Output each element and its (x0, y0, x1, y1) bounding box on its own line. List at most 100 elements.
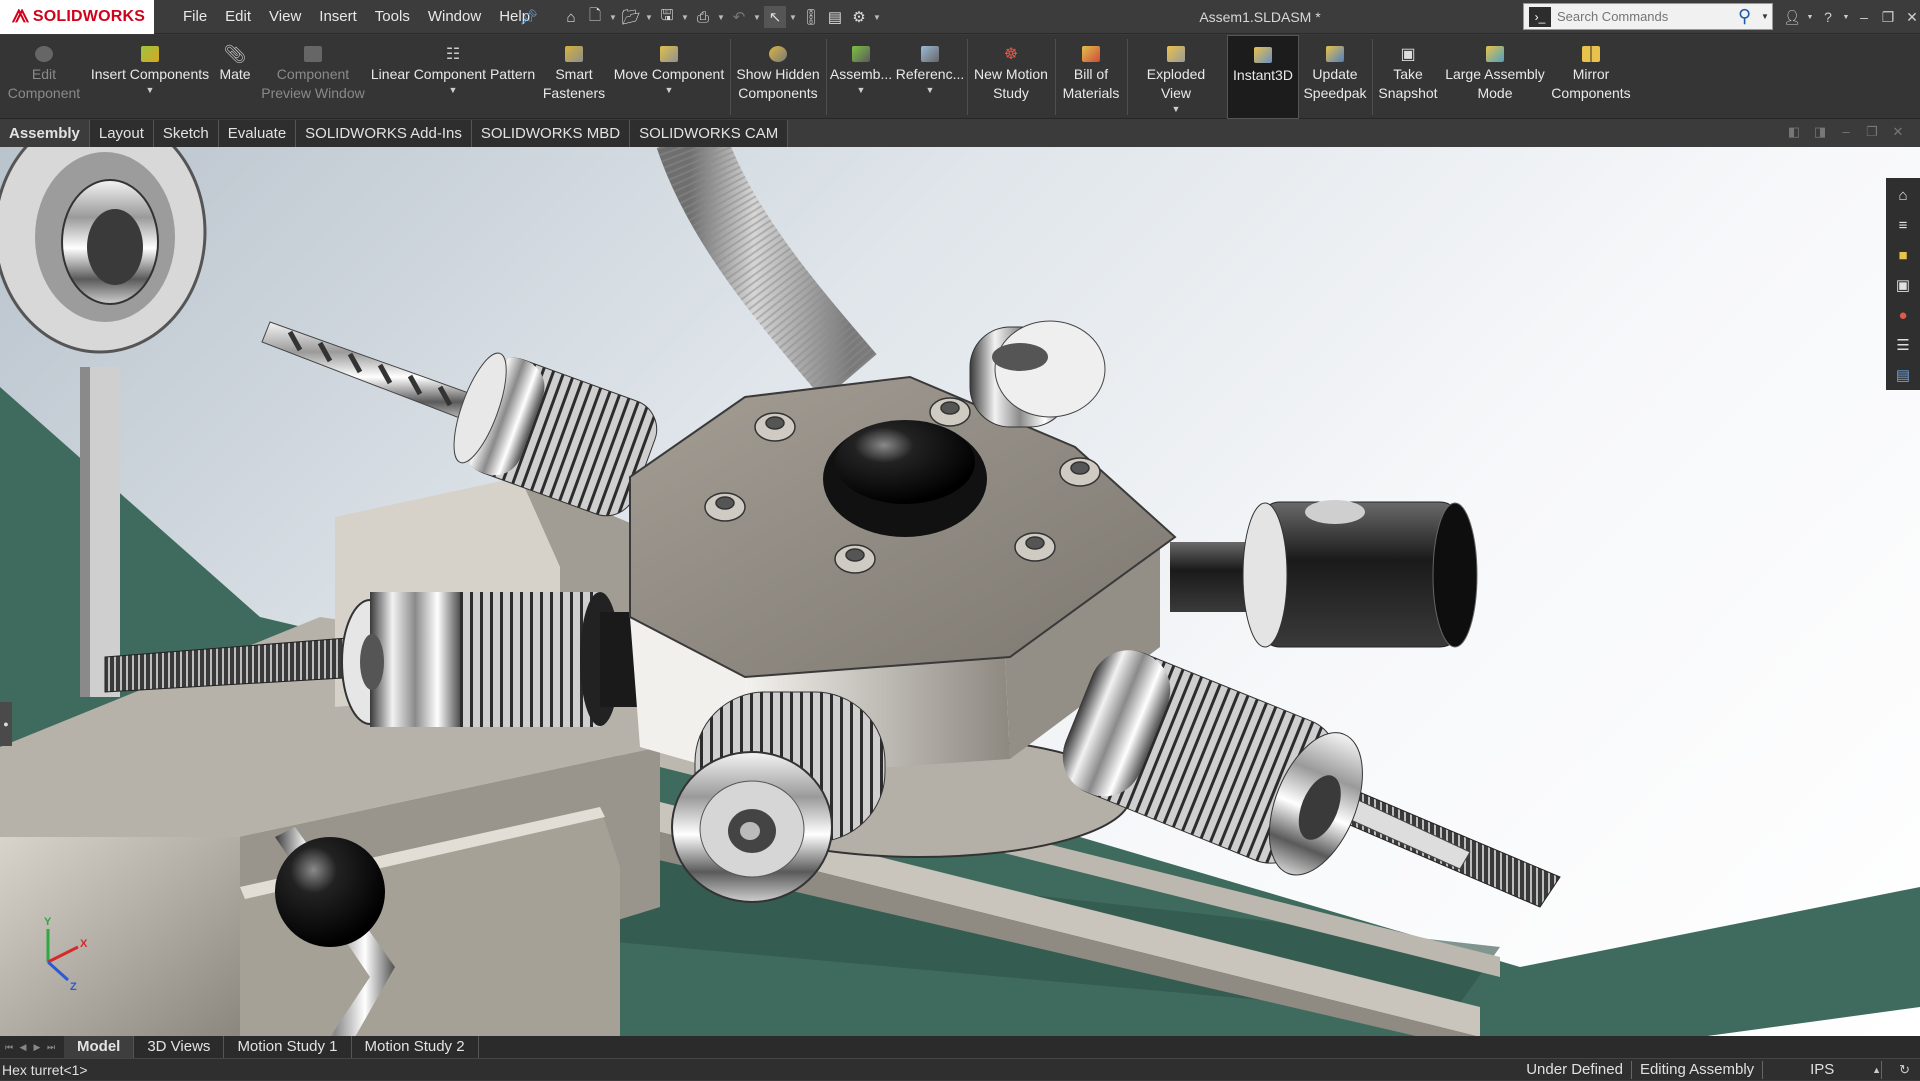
feature-manager-toggle[interactable]: ● (0, 702, 12, 746)
ds-logo-icon: ⨇ (12, 7, 29, 27)
assembly-features-dropdown-icon[interactable]: ▼ (857, 85, 866, 95)
viewport-minimize-icon[interactable]: – (1838, 124, 1854, 140)
first-tab-icon[interactable]: ⏮ (4, 1042, 14, 1053)
bill-of-materials-button[interactable]: Bill of Materials (1058, 35, 1124, 119)
prev-tab-icon[interactable]: ◀ (18, 1042, 28, 1053)
tab-assembly[interactable]: Assembly (0, 120, 90, 147)
design-library-icon[interactable]: ≡ (1890, 212, 1916, 238)
menu-view[interactable]: View (260, 0, 310, 34)
update-speedpak-button[interactable]: Update Speedpak (1302, 35, 1368, 119)
tab-motion-study-1[interactable]: Motion Study 1 (224, 1036, 352, 1058)
assembly-features-button[interactable]: Assemb... ▼ (830, 35, 892, 119)
pin-icon[interactable]: 📌︎ (518, 6, 540, 28)
last-tab-icon[interactable]: ⏭ (46, 1042, 56, 1053)
user-icon[interactable]: 👤︎ (1782, 9, 1802, 26)
new-document-icon[interactable]: 🗋︎ (584, 6, 606, 28)
tab-mbd[interactable]: SOLIDWORKS MBD (472, 120, 631, 147)
mirror-components-button[interactable]: Mirror Components (1550, 35, 1632, 119)
component-preview-button[interactable]: Component Preview Window (258, 35, 368, 119)
move-component-dropdown-icon[interactable]: ▼ (665, 85, 674, 95)
status-mode: Editing Assembly (1630, 1061, 1762, 1079)
tab-3d-views[interactable]: 3D Views (134, 1036, 225, 1058)
mirror-components-icon (1582, 43, 1600, 65)
large-assembly-mode-button[interactable]: Large Assembly Mode (1442, 35, 1548, 119)
show-hidden-components-button[interactable]: Show Hidden Components (734, 35, 822, 119)
instant3d-button[interactable]: Instant3D (1227, 35, 1299, 119)
help-dropdown-icon[interactable]: ▼ (1842, 14, 1850, 21)
home-icon[interactable]: ⌂ (560, 6, 582, 28)
triad-z-label: Z (70, 981, 77, 993)
new-motion-study-button[interactable]: ☸ New Motion Study (970, 35, 1052, 119)
select-icon[interactable]: ↖ (764, 6, 786, 28)
home-icon[interactable]: ⌂ (1890, 182, 1916, 208)
options-icon[interactable]: ⚙ (848, 6, 870, 28)
next-tab-icon[interactable]: ▶ (32, 1042, 42, 1053)
rebuild-icon[interactable]: 🚦︎ (800, 6, 822, 28)
menu-tools[interactable]: Tools (366, 0, 419, 34)
help-icon[interactable]: ? (1818, 9, 1838, 25)
smart-fasteners-button[interactable]: Smart Fasteners (538, 35, 610, 119)
open-icon[interactable]: 📂︎ (620, 6, 642, 28)
undo-dropdown-icon[interactable]: ▼ (752, 13, 762, 22)
new-dropdown-icon[interactable]: ▼ (608, 13, 618, 22)
menu-window[interactable]: Window (419, 0, 490, 34)
save-dropdown-icon[interactable]: ▼ (680, 13, 690, 22)
menu-insert[interactable]: Insert (310, 0, 366, 34)
tab-motion-study-2[interactable]: Motion Study 2 (352, 1036, 479, 1058)
file-properties-icon[interactable]: ▤ (824, 6, 846, 28)
user-dropdown-icon[interactable]: ▼ (1806, 14, 1814, 21)
linear-pattern-button[interactable]: ☷ Linear Component Pattern ▼ (370, 35, 536, 119)
assembly-model[interactable]: Y X Z (0, 147, 1920, 1037)
move-component-button[interactable]: Move Component ▼ (612, 35, 726, 119)
view-palette-icon[interactable]: ▣ (1890, 272, 1916, 298)
print-icon[interactable]: ⎙ (692, 6, 714, 28)
search-commands[interactable]: ›_ ⚲ ▼ (1523, 3, 1773, 30)
edit-component-button[interactable]: Edit Component (2, 35, 86, 119)
custom-properties-icon[interactable]: ☰ (1890, 332, 1916, 358)
insert-components-dropdown-icon[interactable]: ▼ (146, 85, 155, 95)
tab-cam[interactable]: SOLIDWORKS CAM (630, 120, 789, 147)
linear-pattern-icon: ☷ (445, 46, 461, 63)
tile-left-icon[interactable]: ◧ (1786, 124, 1802, 140)
print-dropdown-icon[interactable]: ▼ (716, 13, 726, 22)
tab-evaluate[interactable]: Evaluate (219, 120, 297, 147)
separator (1055, 39, 1056, 115)
search-icon[interactable]: ⚲ (1738, 6, 1758, 27)
exploded-view-button[interactable]: Exploded View ▼ (1130, 35, 1222, 119)
reference-geometry-dropdown-icon[interactable]: ▼ (926, 85, 935, 95)
restore-icon[interactable]: ❐ (1878, 9, 1898, 26)
menu-edit[interactable]: Edit (216, 0, 260, 34)
select-dropdown-icon[interactable]: ▼ (788, 13, 798, 22)
tab-addins[interactable]: SOLIDWORKS Add-Ins (296, 120, 472, 147)
status-selection: Hex turret<1> (2, 1062, 88, 1078)
menu-file[interactable]: File (174, 0, 216, 34)
rebuild-status-icon[interactable]: ↻ (1899, 1062, 1910, 1078)
close-icon[interactable]: ✕ (1902, 9, 1920, 26)
viewport-close-icon[interactable]: ✕ (1890, 124, 1906, 140)
tab-sketch[interactable]: Sketch (154, 120, 219, 147)
graphics-area[interactable]: Y X Z ● (0, 147, 1920, 1037)
search-input[interactable] (1557, 9, 1738, 24)
tab-layout[interactable]: Layout (90, 120, 154, 147)
forum-icon[interactable]: ▤ (1890, 362, 1916, 388)
units-dropdown-icon[interactable]: ▲ (1872, 1065, 1881, 1075)
insert-components-button[interactable]: Insert Components ▼ (88, 35, 212, 119)
take-snapshot-button[interactable]: ▣ Take Snapshot (1376, 35, 1440, 119)
mate-button[interactable]: 📎︎ Mate (214, 35, 256, 119)
viewport-restore-icon[interactable]: ❐ (1864, 124, 1880, 140)
open-dropdown-icon[interactable]: ▼ (644, 13, 654, 22)
save-icon[interactable]: 🖫︎ (656, 6, 678, 28)
status-units[interactable]: IPS (1762, 1061, 1883, 1079)
reference-geometry-button[interactable]: Referenc... ▼ (896, 35, 964, 119)
minimize-icon[interactable]: – (1854, 9, 1874, 25)
search-dropdown-icon[interactable]: ▼ (1758, 12, 1772, 21)
file-explorer-icon[interactable]: ■ (1890, 242, 1916, 268)
exploded-view-dropdown-icon[interactable]: ▼ (1172, 104, 1181, 114)
linear-pattern-dropdown-icon[interactable]: ▼ (449, 85, 458, 95)
tab-model[interactable]: Model (64, 1036, 135, 1058)
solidworks-logo[interactable]: ⨇ SOLIDWORKS (0, 0, 154, 34)
appearances-icon[interactable]: ● (1890, 302, 1916, 328)
tile-right-icon[interactable]: ◨ (1812, 124, 1828, 140)
undo-icon[interactable]: ↶ (728, 6, 750, 28)
options-dropdown-icon[interactable]: ▼ (872, 13, 882, 22)
